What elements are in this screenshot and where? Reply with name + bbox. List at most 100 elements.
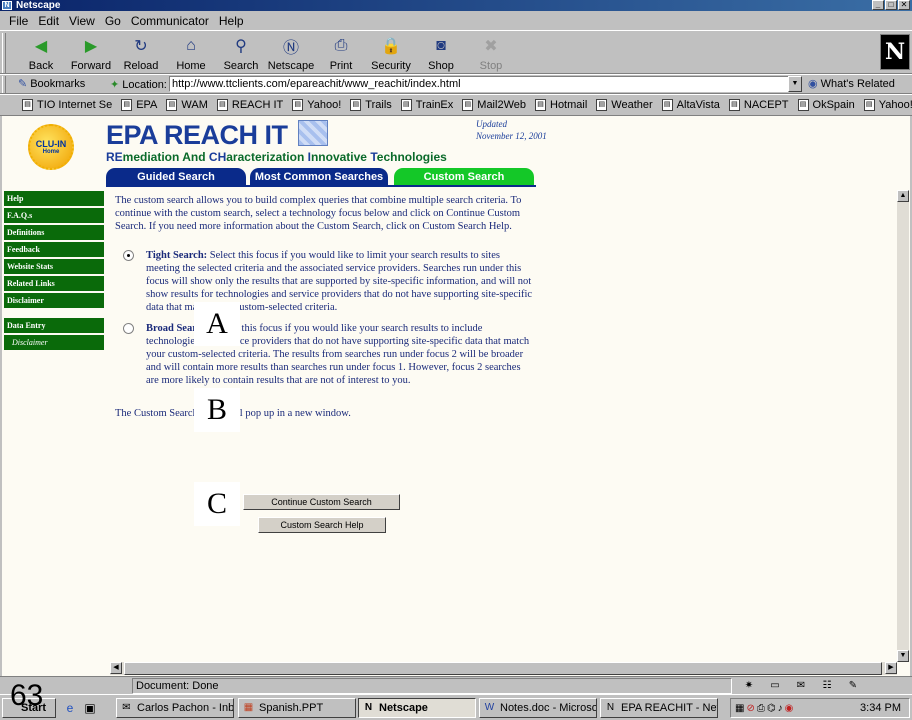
shop-button[interactable]: ◙ Shop — [416, 33, 466, 73]
url-input[interactable]: http://www.ttclients.com/epareachit/www_… — [169, 76, 789, 92]
discussions-icon[interactable]: ☷ — [818, 679, 836, 692]
updated-date: Updated November 12, 2001 — [476, 119, 547, 141]
netscape-task-icon: N — [364, 702, 373, 713]
menu-view[interactable]: View — [64, 14, 100, 28]
window-title-bar[interactable]: N Netscape _ □ ✕ — [0, 0, 912, 11]
lock-icon: 🔒 — [381, 38, 401, 55]
location-grip[interactable] — [2, 76, 6, 93]
personal-bookmark-item[interactable]: ▤ OkSpain — [797, 99, 855, 111]
menu-edit[interactable]: Edit — [33, 14, 64, 28]
sidebar-item-faqs[interactable]: F.A.Q.s — [4, 208, 104, 223]
page-proxy-icon[interactable]: ✦ — [110, 78, 119, 91]
task-carlos-pachon[interactable]: ✉ Carlos Pachon - Inbo... — [116, 698, 234, 718]
ie-icon[interactable]: e — [62, 700, 78, 716]
sidebar-item-data-disclaimer[interactable]: Disclaimer — [4, 335, 104, 350]
print-button[interactable]: ⎙ Print — [316, 33, 366, 73]
scroll-right-icon[interactable]: ▶ — [885, 662, 897, 674]
forward-button[interactable]: ▶ Forward — [66, 33, 116, 73]
task-netscape[interactable]: N Netscape — [358, 698, 476, 718]
personal-bookmark-item[interactable]: ▤ TIO Internet Se — [22, 99, 112, 111]
slide-number: 63 — [10, 679, 44, 712]
menu-go[interactable]: Go — [100, 14, 126, 28]
personal-bookmark-item[interactable]: ▤ EPA — [121, 99, 157, 111]
location-label: ✦ Location: — [110, 78, 167, 92]
tab-custom-search[interactable]: Custom Search — [394, 168, 534, 186]
url-dropdown-icon[interactable]: ▼ — [788, 76, 802, 92]
tray-antivirus-icon[interactable]: ◉ — [785, 703, 794, 714]
sidebar-item-definitions[interactable]: Definitions — [4, 225, 104, 240]
bookmark-page-icon: ▤ — [121, 99, 133, 111]
bookmarks-button[interactable]: ✎ Bookmarks — [18, 77, 85, 91]
personal-bookmark-item[interactable]: ▤ REACH IT — [216, 99, 283, 111]
minimize-icon[interactable]: _ — [872, 0, 884, 10]
security-status-icon[interactable]: ✷ — [740, 679, 758, 692]
scroll-down-icon[interactable]: ▼ — [897, 650, 909, 662]
sidebar-item-website-stats[interactable]: Website Stats — [4, 259, 104, 274]
mail-icon[interactable]: ✉ — [792, 679, 810, 692]
personal-bookmark-item[interactable]: ▤ Yahoo! — [292, 99, 341, 111]
tray-print-icon[interactable]: ⎙ — [757, 703, 765, 714]
tray-speaker-icon[interactable]: ♪ — [778, 703, 783, 714]
annotation-marker-b: B — [194, 388, 240, 432]
personal-bookmark-item[interactable]: ▤ Weather — [596, 99, 653, 111]
whats-related-icon: ◉ — [808, 78, 818, 90]
reload-button[interactable]: ↻ Reload — [116, 33, 166, 73]
stop-button[interactable]: ✖ Stop — [466, 33, 516, 73]
netscape-logo[interactable]: N — [880, 34, 910, 70]
window-controls: _ □ ✕ — [872, 0, 910, 10]
close-icon[interactable]: ✕ — [898, 0, 910, 10]
sidebar-item-feedback[interactable]: Feedback — [4, 242, 104, 257]
sidebar-item-data-entry[interactable]: Data Entry — [4, 318, 104, 333]
security-button[interactable]: 🔒 Security — [366, 33, 416, 73]
continue-custom-search-button[interactable]: Continue Custom Search — [243, 494, 400, 510]
clu-in-logo[interactable]: CLU-IN Home — [28, 124, 74, 170]
back-button[interactable]: ◀ Back — [16, 33, 66, 73]
vertical-scrollbar[interactable]: ▲ ▼ — [897, 190, 909, 662]
sidebar-item-related-links[interactable]: Related Links — [4, 276, 104, 291]
search-button[interactable]: ⚲ Search — [216, 33, 266, 73]
netscape-button[interactable]: Ⓝ Netscape — [266, 33, 316, 73]
tab-most-common-searches[interactable]: Most Common Searches — [250, 168, 388, 186]
personal-bookmark-item[interactable]: ▤ Yahoo! — [863, 99, 912, 111]
task-spanish-ppt[interactable]: ▦ Spanish.PPT — [238, 698, 356, 718]
personal-bookmark-item[interactable]: ▤ Mail2Web — [462, 99, 526, 111]
task-notes-doc[interactable]: W Notes.doc - Microsof... — [479, 698, 597, 718]
clock: 3:34 PM — [860, 702, 901, 714]
tight-search-radio[interactable] — [123, 250, 134, 261]
menu-communicator[interactable]: Communicator — [126, 14, 214, 28]
print-icon: ⎙ — [334, 37, 348, 54]
toolbar-grip[interactable] — [2, 33, 6, 73]
personal-bookmark-item[interactable]: ▤ TrainEx — [400, 99, 453, 111]
outlook-icon: ✉ — [122, 702, 131, 713]
horizontal-scrollbar[interactable]: ◀ ▶ — [110, 662, 897, 675]
tab-guided-search[interactable]: Guided Search — [106, 168, 246, 186]
horizontal-scroll-thumb[interactable] — [124, 662, 882, 675]
menu-help[interactable]: Help — [214, 14, 249, 28]
home-button[interactable]: ⌂ Home — [166, 33, 216, 73]
reachit-grid-icon — [298, 120, 328, 146]
personal-bookmark-item[interactable]: ▤ Hotmail — [535, 99, 587, 111]
scroll-left-icon[interactable]: ◀ — [110, 662, 122, 674]
navigator-icon[interactable]: ▭ — [766, 679, 784, 692]
bookmarks-icon: ✎ — [18, 78, 28, 90]
personal-bookmark-item[interactable]: ▤ Trails — [350, 99, 392, 111]
tray-network-icon[interactable]: ⌬ — [767, 703, 776, 714]
scroll-up-icon[interactable]: ▲ — [897, 190, 909, 202]
composer-icon[interactable]: ✎ — [844, 679, 862, 692]
desktop-icon[interactable]: ▣ — [82, 700, 98, 716]
tray-shield-icon[interactable]: ⊘ — [746, 703, 754, 714]
tray-app-icon[interactable]: ▦ — [735, 703, 744, 714]
sidebar-item-help[interactable]: Help — [4, 191, 104, 206]
broad-search-radio[interactable] — [123, 323, 134, 334]
menu-file[interactable]: File — [4, 14, 33, 28]
personal-bookmark-item[interactable]: ▤ NACEPT — [728, 99, 789, 111]
personal-bookmark-item[interactable]: ▤ AltaVista — [661, 99, 720, 111]
annotation-marker-a: A — [194, 302, 240, 346]
sidebar-item-disclaimer[interactable]: Disclaimer — [4, 293, 104, 308]
personal-bookmark-item[interactable]: ▤ WAM — [166, 99, 208, 111]
whats-related-button[interactable]: ◉ What's Related — [808, 77, 895, 91]
maximize-icon[interactable]: □ — [885, 0, 897, 10]
custom-search-help-button[interactable]: Custom Search Help — [258, 517, 386, 533]
navigation-buttons: ◀ Back ▶ Forward ↻ Reload ⌂ Home ⚲ Search Ⓝ Netscap… — [16, 33, 516, 73]
task-epa-reachit[interactable]: N EPA REACHIT - Net... — [600, 698, 718, 718]
